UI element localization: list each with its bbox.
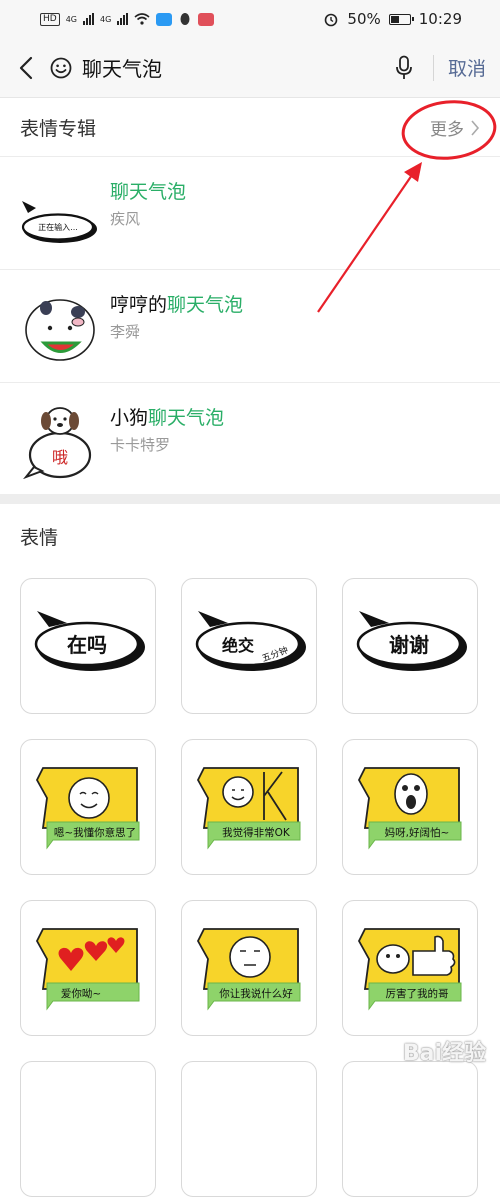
- sticker-item[interactable]: 绝交 五分钟: [181, 578, 317, 714]
- sticker-item[interactable]: 厉害了我的哥: [342, 900, 478, 1036]
- sticker-item[interactable]: 谢谢: [342, 578, 478, 714]
- more-button[interactable]: 更多: [430, 115, 480, 140]
- sticker-text: 谢谢: [389, 633, 429, 657]
- sticker-text: 在吗: [67, 633, 107, 657]
- battery-icon: [388, 13, 414, 25]
- qq-icon: [180, 13, 190, 25]
- album-author: 疾风: [110, 210, 141, 228]
- sticker-text: 嗯~我懂你意思了: [54, 826, 136, 839]
- sticker-text: 你让我说什么好: [219, 987, 293, 1000]
- wifi-icon: [134, 13, 150, 25]
- album-name-highlight: 聊天气泡: [148, 407, 225, 429]
- sticker-item[interactable]: 嗯~我懂你意思了: [20, 739, 156, 875]
- sticker-text: 绝交: [222, 636, 254, 655]
- sticker-item[interactable]: [20, 1061, 156, 1197]
- status-bar: HD 4G 4G 50% 10:29: [0, 0, 500, 38]
- divider: [432, 54, 434, 81]
- album-item[interactable]: 哼哼的聊天气泡 李舜: [0, 270, 500, 383]
- album-item[interactable]: 正在输入... 聊天气泡 疾风: [0, 157, 500, 270]
- search-bar: 聊天气泡 取消: [0, 38, 500, 98]
- sticker-item[interactable]: [181, 1061, 317, 1197]
- back-button[interactable]: [4, 38, 48, 98]
- search-input[interactable]: 聊天气泡: [82, 53, 389, 82]
- album-name-highlight: 聊天气泡: [110, 181, 187, 203]
- sticker-item[interactable]: 你让我说什么好: [181, 900, 317, 1036]
- sticker-item[interactable]: 我觉得非常OK: [181, 739, 317, 875]
- sticker-text: 妈呀,好阔怕~: [385, 826, 450, 839]
- sticker-text: 我觉得非常OK: [222, 826, 291, 839]
- emoji-icon: [50, 57, 72, 78]
- watermark: Bai经验: [402, 1041, 486, 1066]
- albums-section-title: 表情专辑: [20, 118, 97, 140]
- album-name-prefix: 小狗: [110, 407, 149, 429]
- chevron-left-icon: [19, 56, 33, 79]
- more-label: 更多: [430, 120, 464, 140]
- sticker-item[interactable]: 爱你呦~: [20, 900, 156, 1036]
- sticker-speech-bubble: 在吗: [34, 611, 145, 671]
- albums-section-header: 表情专辑 更多: [0, 99, 500, 157]
- album-thumbnail-dog: 哦: [23, 407, 92, 479]
- app-notification-icon: [156, 12, 173, 26]
- sticker-item[interactable]: 在吗: [20, 578, 156, 714]
- sticker-yellow-board: 厉害了我的哥: [357, 928, 462, 1011]
- sticker-yellow-board: 你让我说什么好: [196, 928, 301, 1011]
- clock: 10:29: [418, 10, 462, 28]
- signal-icon: [83, 13, 94, 25]
- alarm-icon: [325, 13, 338, 27]
- album-name-prefix: 哼哼的: [110, 294, 168, 316]
- sticker-text: 厉害了我的哥: [386, 987, 449, 1000]
- stickers-section-title: 表情: [20, 526, 59, 549]
- stickers-section-header: 表情: [0, 510, 500, 562]
- status-left: HD 4G 4G: [40, 12, 215, 26]
- signal-icon-2: [117, 13, 129, 25]
- network-label-1: 4G: [65, 14, 77, 24]
- microphone-icon: [396, 55, 412, 79]
- thumb-text: 正在输入...: [38, 222, 78, 232]
- sticker-yellow-board: 妈呀,好阔怕~: [357, 767, 462, 850]
- sticker-text: 爱你呦~: [61, 987, 101, 1000]
- cancel-button[interactable]: 取消: [448, 54, 486, 81]
- sticker-yellow-board: 爱你呦~: [35, 928, 140, 1011]
- album-author: 卡卡特罗: [110, 436, 171, 454]
- album-thumbnail-pig: [25, 299, 95, 361]
- thumb-text: 哦: [52, 448, 68, 467]
- network-label-2: 4G: [100, 14, 112, 24]
- sticker-speech-bubble: 谢谢: [356, 611, 467, 671]
- sticker-item[interactable]: 妈呀,好阔怕~: [342, 739, 478, 875]
- album-item[interactable]: 哦 小狗聊天气泡 卡卡特罗: [0, 383, 500, 496]
- sticker-item[interactable]: [342, 1061, 478, 1197]
- battery-level: [390, 15, 400, 23]
- sticker-speech-bubble: 绝交 五分钟: [195, 611, 306, 671]
- status-right: 50% 10:29: [323, 10, 462, 28]
- battery-percent: 50%: [347, 10, 381, 28]
- album-name: 聊天气泡: [110, 177, 186, 204]
- section-separator: [0, 494, 500, 504]
- hd-badge: HD: [40, 12, 60, 26]
- album-author: 李舜: [110, 323, 141, 341]
- voice-input-button[interactable]: [389, 48, 419, 88]
- chevron-right-icon: [471, 119, 480, 136]
- avatar-notification-icon: [198, 12, 215, 26]
- sticker-yellow-board: 我觉得非常OK: [196, 767, 301, 850]
- album-thumbnail-speech-bubble: 正在输入...: [21, 201, 97, 243]
- album-name-highlight: 聊天气泡: [167, 294, 244, 316]
- sticker-yellow-board: 嗯~我懂你意思了: [35, 767, 140, 850]
- album-name: 哼哼的聊天气泡: [110, 290, 243, 317]
- album-name: 小狗聊天气泡: [110, 403, 224, 430]
